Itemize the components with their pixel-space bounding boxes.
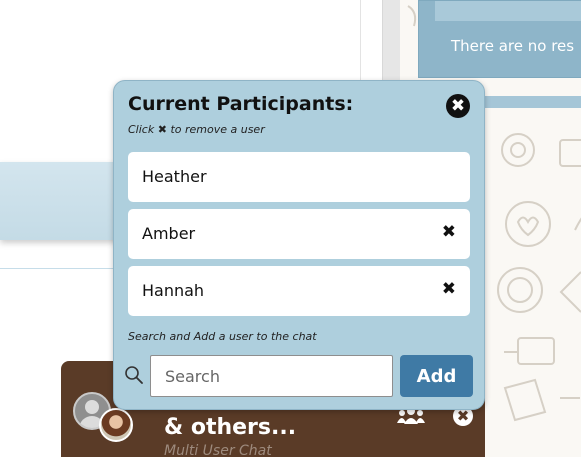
remove-icon: ✖ xyxy=(157,123,167,136)
remove-user-icon[interactable]: ✖ xyxy=(442,279,456,299)
remove-user-icon[interactable]: ✖ xyxy=(442,222,456,242)
gear-icon xyxy=(501,133,535,167)
hint-text-prefix: Click xyxy=(128,123,155,136)
popup-title: Current Participants: xyxy=(128,93,354,115)
participant-name: Heather xyxy=(142,167,207,186)
arrow-icon xyxy=(559,271,581,313)
participant-item: Amber ✖ xyxy=(128,209,470,259)
results-card-header xyxy=(435,1,581,21)
participants-popup: Current Participants: ✖ Click ✖ to remov… xyxy=(113,80,485,410)
participant-name: Amber xyxy=(142,224,196,243)
participant-name: Hannah xyxy=(142,281,205,300)
monitor-icon xyxy=(504,337,555,365)
leaf-icon xyxy=(407,5,417,27)
user-silhouette-head xyxy=(85,400,99,414)
remove-hint: Click ✖ to remove a user xyxy=(128,123,265,136)
plant-icon xyxy=(574,217,581,231)
search-icon xyxy=(125,366,143,384)
document-icon xyxy=(503,378,547,422)
badge-icon xyxy=(497,267,543,313)
participant-item: Heather xyxy=(128,152,470,202)
no-results-message: There are no res xyxy=(451,37,575,55)
chat-title[interactable]: & others... xyxy=(164,415,296,440)
search-input[interactable] xyxy=(150,355,393,397)
hint-text-suffix: to remove a user xyxy=(170,123,265,136)
search-caption: Search and Add a user to the chat xyxy=(128,330,317,343)
calendar-icon xyxy=(559,139,581,167)
avatar-photo xyxy=(99,408,133,442)
close-icon[interactable]: ✖ xyxy=(446,94,470,118)
results-card: There are no res xyxy=(418,0,581,78)
add-user-button[interactable]: Add xyxy=(400,355,473,397)
heart-icon xyxy=(505,201,551,247)
participant-item: Hannah ✖ xyxy=(128,266,470,316)
